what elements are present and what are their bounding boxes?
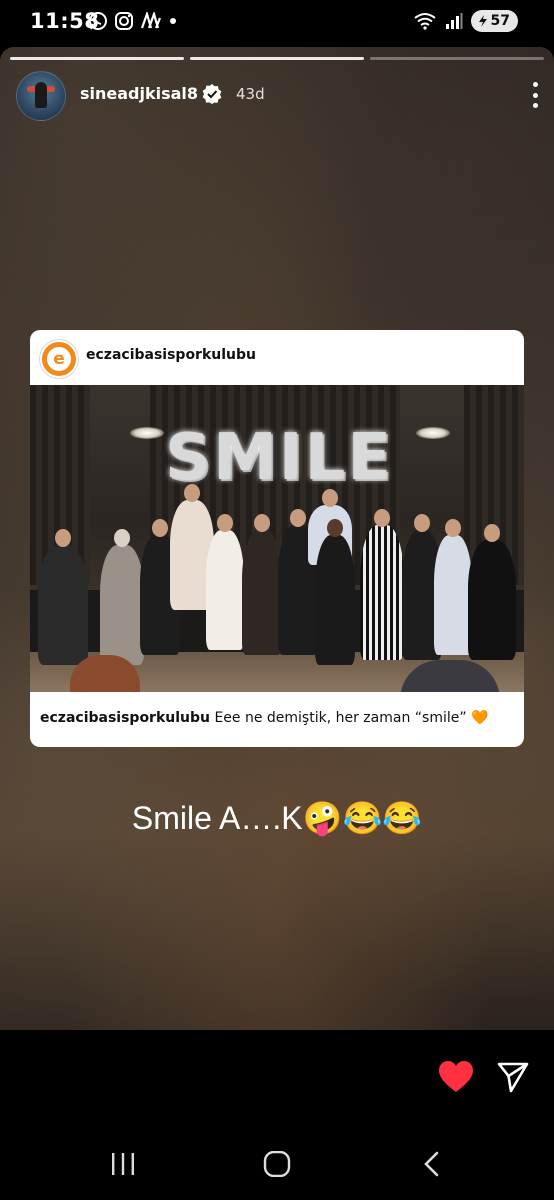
verified-badge-icon (202, 84, 222, 104)
shared-post-caption: eczacibasisporkulubu Eee ne demiştik, he… (40, 710, 489, 726)
avatar-letter: e (47, 347, 71, 371)
instagram-icon (115, 12, 133, 30)
whatsapp-icon (89, 12, 107, 30)
signal-icon (445, 13, 463, 29)
wifi-icon (413, 13, 436, 30)
progress-segment (10, 57, 184, 60)
shared-post-photo: SMILE (30, 385, 524, 692)
system-navigation-bar (0, 1125, 554, 1200)
progress-segment (370, 57, 544, 60)
app-icon (140, 12, 162, 29)
dot-icon (170, 18, 176, 24)
story-text-overlay: Smile A….K🤪😂😂 (131, 800, 423, 836)
caption-text: Eee ne demiştik, her zaman “smile” 🧡 (210, 710, 489, 726)
system-icons: 57 (413, 10, 518, 32)
send-icon[interactable] (496, 1060, 530, 1094)
story-viewer[interactable]: sineadjkisal8 43d e eczacibasisporkulubu… (0, 47, 554, 1030)
caption-username: eczacibasisporkulubu (40, 710, 210, 726)
story-progress (10, 57, 544, 60)
shared-post-username[interactable]: eczacibasisporkulubu (86, 347, 256, 363)
heart-icon[interactable] (438, 1060, 474, 1094)
smile-balloons: SMILE (165, 421, 394, 495)
story-age: 43d (236, 85, 265, 103)
home-icon[interactable] (262, 1151, 292, 1177)
back-icon[interactable] (418, 1151, 448, 1177)
shared-post-header: e eczacibasisporkulubu (30, 330, 524, 385)
story-username[interactable]: sineadjkisal8 (80, 84, 198, 103)
shared-post-card[interactable]: e eczacibasisporkulubu SMILE eczacibasis… (30, 330, 524, 747)
more-options-icon[interactable] (532, 82, 538, 108)
battery-icon: 57 (470, 10, 518, 32)
progress-segment (190, 57, 364, 60)
battery-level: 57 (490, 13, 510, 29)
status-bar: 11:58 57 (0, 0, 554, 44)
avatar[interactable] (16, 71, 66, 121)
shared-post-avatar[interactable]: e (40, 340, 78, 378)
recents-icon[interactable] (108, 1151, 138, 1177)
story-action-bar (0, 1030, 554, 1125)
story-header: sineadjkisal8 43d (16, 71, 538, 121)
notification-icons (88, 11, 178, 31)
